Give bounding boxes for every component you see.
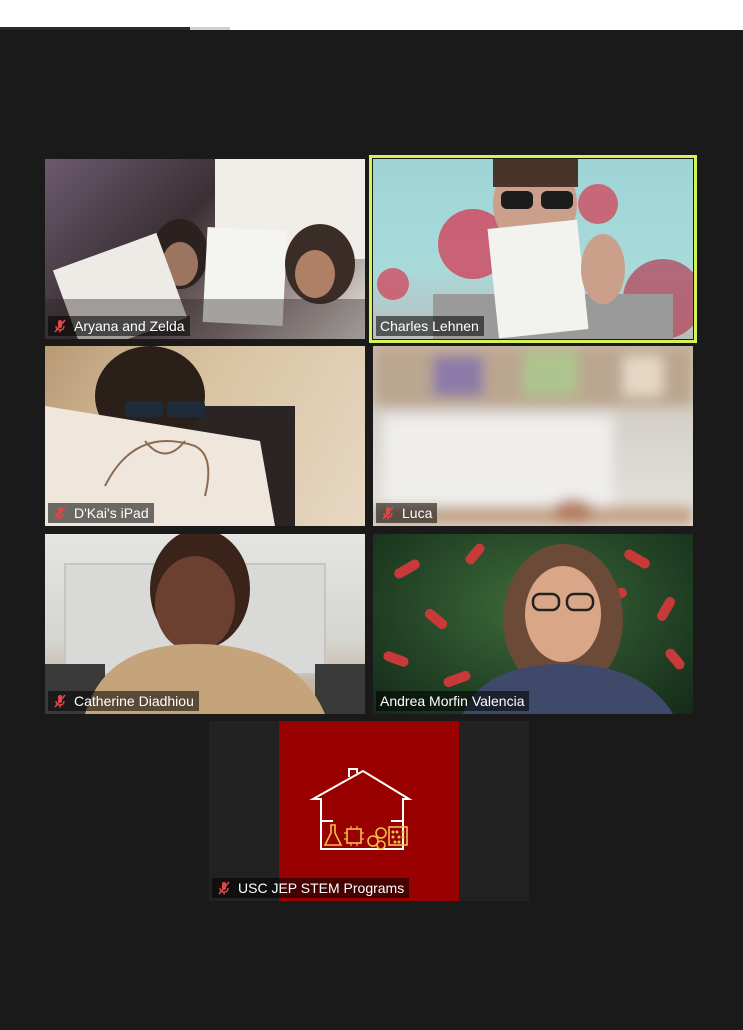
video-tile-dkais-ipad[interactable]: D'Kai's iPad [45,346,365,526]
video-frame [45,346,295,526]
participant-name-tag: Aryana and Zelda [48,316,190,336]
video-tile-catherine-diadhiou[interactable]: Catherine Diadhiou [45,534,365,714]
mic-muted-icon [382,506,394,520]
participant-name: Aryana and Zelda [74,318,185,334]
house-logo-icon [309,768,413,850]
video-feed [373,159,693,339]
video-tile-aryana-and-zelda[interactable]: Aryana and Zelda [45,159,365,339]
video-feed [45,159,365,339]
participant-name-tag: USC JEP STEM Programs [212,878,410,898]
participant-name: Catherine Diadhiou [74,693,194,709]
video-frame [373,346,693,526]
participant-name: Charles Lehnen [380,318,479,334]
video-feed [373,534,693,714]
participant-name-tag: Luca [376,503,438,523]
video-tile-andrea-morfin-valencia[interactable]: Andrea Morfin Valencia [373,534,693,714]
video-tile-charles-lehnen[interactable]: Charles Lehnen [369,155,697,343]
participant-name: USC JEP STEM Programs [238,880,405,896]
video-feed [45,346,365,526]
video-frame [377,159,693,339]
mic-muted-icon [54,694,66,708]
video-feed [45,534,365,714]
video-feed [373,346,693,526]
mic-muted-icon [54,506,66,520]
participant-name-tag: Charles Lehnen [376,316,484,336]
video-frame [45,159,365,339]
avatar-background [279,721,459,901]
participant-name-tag: D'Kai's iPad [48,503,154,523]
video-frame [383,543,685,714]
mic-muted-icon [54,319,66,333]
window-title-bar [0,0,743,30]
participant-name: Luca [402,505,433,521]
participant-name: Andrea Morfin Valencia [380,693,525,709]
video-frame [45,534,365,714]
participant-name-tag: Catherine Diadhiou [48,691,199,711]
participant-name: D'Kai's iPad [74,505,149,521]
tab-indicator-fade [190,27,230,30]
mic-muted-icon [218,881,230,895]
video-tile-usc-jep-stem-programs[interactable]: USC JEP STEM Programs [209,721,529,901]
tab-indicator [0,27,190,30]
participant-name-tag: Andrea Morfin Valencia [376,691,530,711]
video-tile-luca[interactable]: Luca [373,346,693,526]
